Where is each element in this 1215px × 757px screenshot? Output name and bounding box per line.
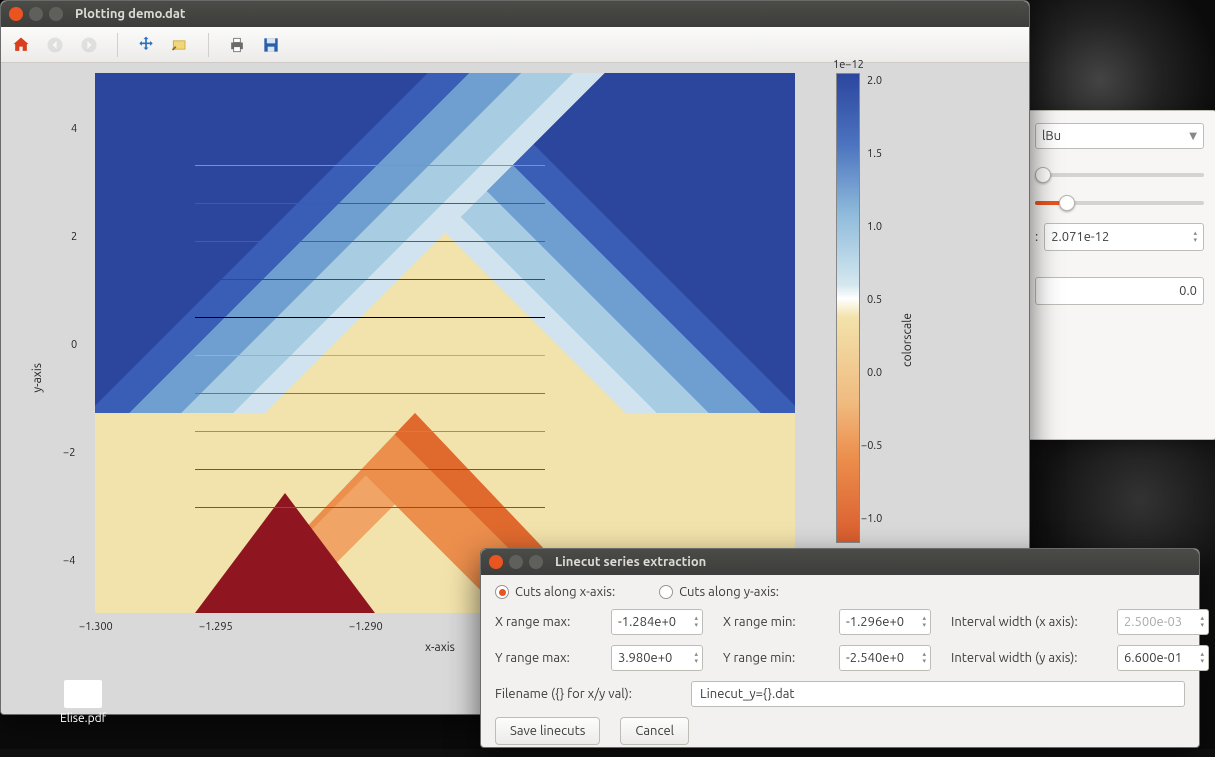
slider-1[interactable] (1035, 173, 1204, 177)
y-axis-label: y-axis (31, 363, 44, 393)
save-button[interactable] (259, 33, 283, 57)
yrange-min-label: Y range min: (723, 651, 829, 665)
colorbar-exponent: 1e−12 (833, 59, 864, 71)
max-value-text: 2.071e-12 (1051, 230, 1109, 244)
xrange-max-input[interactable]: -1.284e+0▴▾ (611, 609, 703, 635)
maximize-icon[interactable] (529, 555, 543, 569)
toolbar-separator (208, 33, 209, 57)
radio-y-label: Cuts along y-axis: (679, 585, 779, 599)
spinner-icon[interactable]: ▴▾ (1193, 230, 1197, 244)
xrange-min-label: X range min: (723, 615, 829, 629)
close-icon[interactable] (489, 555, 503, 569)
minimize-icon[interactable] (509, 555, 523, 569)
interval-y-label: Interval width (y axis): (951, 651, 1107, 665)
y-tick: 0 (71, 339, 77, 351)
linecut-dialog: Linecut series extraction Cuts along x-a… (480, 548, 1200, 748)
toolbar (1, 27, 1029, 63)
linecut-8 (195, 431, 545, 432)
xrange-min-input[interactable]: -1.296e+0▴▾ (839, 609, 931, 635)
colormap-select[interactable]: lBu ▼ (1035, 123, 1204, 149)
linecut-5 (195, 317, 545, 318)
offset-field[interactable]: 0.0 (1035, 277, 1204, 305)
radio-cuts-y[interactable]: Cuts along y-axis: (659, 585, 779, 599)
colorbar-label: colorscale (901, 313, 914, 367)
maximize-icon[interactable] (49, 7, 63, 21)
spinner-icon[interactable]: ▴▾ (1200, 651, 1204, 665)
interval-y-input[interactable]: 6.600e-01▴▾ (1117, 645, 1209, 671)
interval-x-label: Interval width (x axis): (951, 615, 1107, 629)
yrange-max-label: Y range max: (495, 651, 601, 665)
max-value-field[interactable]: 2.071e-12 ▴▾ (1044, 223, 1204, 251)
cbar-tick: 1.0 (867, 221, 882, 233)
print-button[interactable] (225, 33, 249, 57)
y-tick: 2 (71, 231, 77, 243)
linecut-9 (195, 469, 545, 470)
spinner-icon[interactable]: ▴▾ (694, 615, 698, 629)
chevron-down-icon: ▼ (1189, 130, 1197, 142)
y-tick: −2 (63, 447, 75, 459)
radio-x-label: Cuts along x-axis: (515, 585, 615, 599)
linecut-1 (195, 165, 545, 166)
yrange-max-input[interactable]: 3.980e+0▴▾ (611, 645, 703, 671)
home-button[interactable] (9, 33, 33, 57)
linecut-6 (195, 355, 545, 356)
xrange-max-label: X range max: (495, 615, 601, 629)
radio-cuts-x[interactable]: Cuts along x-axis: (495, 585, 615, 599)
desktop-file[interactable]: Elise.pdf (60, 680, 106, 725)
cbar-tick: 2.0 (867, 75, 882, 87)
zoom-button[interactable] (168, 33, 192, 57)
colon-label: : (1035, 230, 1038, 244)
cbar-tick: 0.0 (867, 367, 882, 379)
x-tick: −1.290 (349, 621, 383, 633)
x-axis-label: x-axis (425, 641, 455, 654)
close-icon[interactable] (9, 7, 23, 21)
pan-button[interactable] (134, 33, 158, 57)
radio-dot-icon (495, 585, 509, 599)
spinner-icon[interactable]: ▴▾ (694, 651, 698, 665)
x-tick: −1.300 (79, 621, 113, 633)
filename-label: Filename ({} for x/y val): (495, 687, 671, 701)
radio-dot-icon (659, 585, 673, 599)
dialog-title: Linecut series extraction (555, 555, 706, 569)
filename-input[interactable]: Linecut_y={}.dat (691, 681, 1185, 707)
cbar-tick: 0.5 (867, 294, 882, 306)
desktop-file-label: Elise.pdf (60, 712, 106, 725)
toolbar-separator (117, 33, 118, 57)
linecut-7 (195, 393, 545, 394)
y-tick: −4 (63, 555, 75, 567)
titlebar[interactable]: Plotting demo.dat (1, 1, 1029, 27)
colorbar (836, 73, 860, 543)
save-linecuts-button[interactable]: Save linecuts (495, 717, 600, 745)
yrange-min-input[interactable]: -2.540e+0▴▾ (839, 645, 931, 671)
cbar-tick: −1.0 (861, 513, 882, 525)
cancel-button[interactable]: Cancel (620, 717, 689, 745)
linecut-3 (195, 241, 545, 242)
linecut-2 (195, 203, 545, 204)
spinner-icon[interactable]: ▴▾ (922, 651, 926, 665)
x-tick: −1.295 (199, 621, 233, 633)
back-button (43, 33, 67, 57)
colormap-value: lBu (1042, 129, 1061, 143)
forward-button (77, 33, 101, 57)
minimize-icon[interactable] (29, 7, 43, 21)
dialog-titlebar[interactable]: Linecut series extraction (481, 549, 1199, 575)
settings-panel: lBu ▼ : 2.071e-12 ▴▾ 0.0 (1022, 110, 1215, 440)
heatmap (95, 73, 795, 613)
window-title: Plotting demo.dat (75, 7, 186, 21)
cbar-tick: −0.5 (861, 440, 882, 452)
spinner-icon[interactable]: ▴▾ (922, 615, 926, 629)
file-icon (64, 680, 102, 708)
y-tick: 4 (71, 123, 77, 135)
linecut-10 (195, 507, 545, 508)
spinner-icon: ▴▾ (1200, 615, 1204, 629)
cbar-tick: 1.5 (867, 148, 882, 160)
interval-x-input: 2.500e-03▴▾ (1117, 609, 1209, 635)
offset-value-text: 0.0 (1179, 284, 1197, 298)
slider-2[interactable] (1035, 201, 1204, 205)
linecut-4 (195, 279, 545, 280)
